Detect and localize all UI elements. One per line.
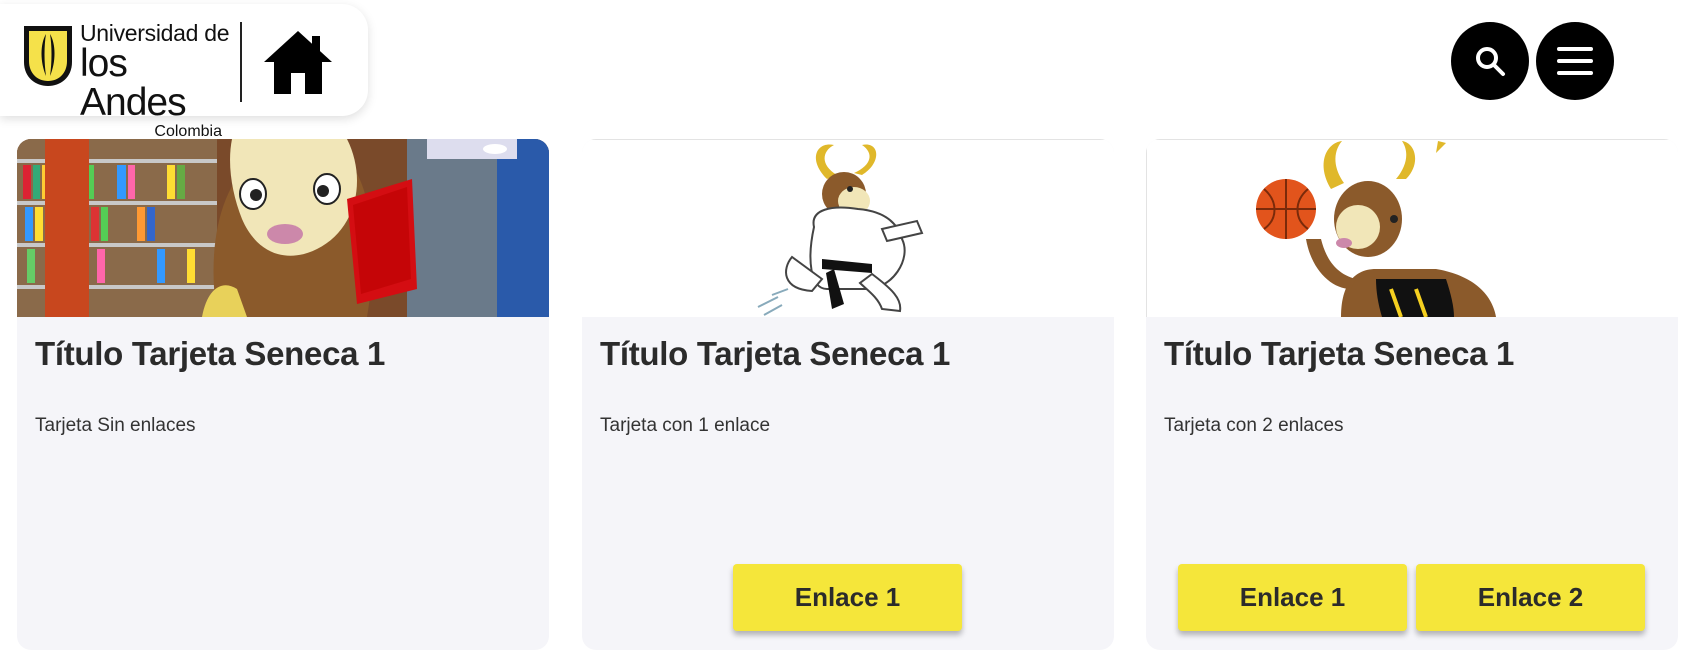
- card-two-links: Título Tarjeta Seneca 1 Tarjeta con 2 en…: [1146, 139, 1678, 650]
- logo-divider: [240, 22, 242, 102]
- card-title: Título Tarjeta Seneca 1: [600, 335, 951, 372]
- card-description: Tarjeta con 1 enlace: [600, 415, 771, 436]
- link-button-2[interactable]: Enlace 2: [1416, 564, 1645, 631]
- card-description: Tarjeta Sin enlaces: [35, 415, 196, 436]
- home-icon[interactable]: [262, 28, 334, 96]
- logo-line-2: los Andes: [80, 42, 187, 124]
- university-crest-icon: [24, 26, 72, 86]
- menu-icon: [1557, 47, 1593, 75]
- card-one-link: Título Tarjeta Seneca 1 Tarjeta con 1 en…: [582, 139, 1114, 650]
- card-title: Título Tarjeta Seneca 1: [1164, 335, 1515, 372]
- menu-button[interactable]: [1536, 22, 1614, 100]
- search-icon: [1476, 47, 1505, 76]
- card-no-links: Título Tarjeta Seneca 1 Tarjeta Sin enla…: [17, 139, 549, 650]
- card-image-library-goat: [17, 139, 549, 317]
- card-image-karate-goat: [582, 139, 1114, 317]
- card-title: Título Tarjeta Seneca 1: [35, 335, 386, 372]
- link-button-1[interactable]: Enlace 1: [1178, 564, 1407, 631]
- header-logo-panel: Universidad de los Andes Colombia: [0, 4, 368, 140]
- card-description: Tarjeta con 2 enlaces: [1164, 415, 1344, 436]
- card-image-basketball-goat: [1146, 139, 1678, 317]
- link-button-1[interactable]: Enlace 1: [733, 564, 962, 631]
- search-button[interactable]: [1451, 22, 1529, 100]
- logo-line-3: Colombia: [154, 123, 222, 140]
- university-logo[interactable]: Universidad de los Andes Colombia: [80, 22, 230, 140]
